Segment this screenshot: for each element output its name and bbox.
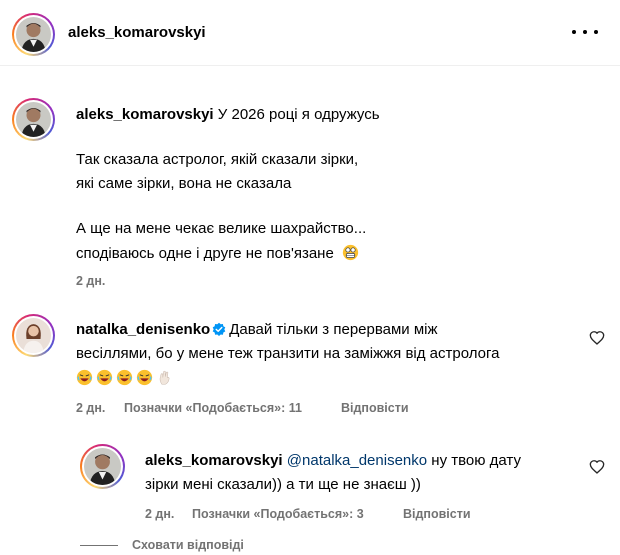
post-line-4-wrap: сподіваюсь одне і друге не пов'язане: [76, 244, 362, 262]
post-line-4: сподіваюсь одне і друге не пов'язане: [76, 245, 334, 262]
comment-text-line1: Давай тільки з перервами між: [229, 321, 438, 338]
comment-avatar[interactable]: [12, 314, 55, 357]
hide-replies-divider: [80, 545, 118, 546]
laughing-emoji-icon: [76, 369, 93, 386]
comment-likes[interactable]: Позначки «Подобається»: 11: [124, 401, 302, 415]
post-caption-text: У 2026 році я одружусь: [217, 106, 380, 123]
comment-username[interactable]: natalka_denisenko: [76, 321, 210, 338]
post-username[interactable]: aleks_komarovskyi: [76, 106, 214, 123]
heart-outline-icon[interactable]: [589, 330, 605, 346]
comment-emojis: [76, 369, 176, 388]
hide-replies-button[interactable]: Сховати відповіді: [132, 538, 244, 552]
ok-hand-emoji-icon: [159, 370, 170, 385]
reply-avatar[interactable]: [80, 444, 125, 489]
laughing-emoji-icon: [116, 369, 133, 386]
reply-mention[interactable]: @natalka_denisenko: [287, 452, 427, 469]
post-avatar[interactable]: [12, 98, 55, 141]
post-line-3: А ще на мене чекає велике шахрайство...: [76, 220, 367, 237]
post-time: 2 дн.: [76, 274, 106, 288]
reply-first-line: aleks_komarovskyi @natalka_denisenko ну …: [145, 452, 521, 469]
comment-first-line: natalka_denisenko Давай тільки з перервам…: [76, 321, 438, 338]
comment-text-line2: весіллями, бо у мене теж транзити на зам…: [76, 345, 500, 362]
verified-badge-icon: [212, 322, 226, 336]
laughing-emoji-icon: [96, 369, 113, 386]
post-line-1: Так сказала астролог, якій сказали зірки…: [76, 151, 359, 168]
post-caption-first-line: aleks_komarovskyi У 2026 році я одружусь: [76, 106, 380, 123]
post-header: aleks_komarovskyi: [0, 0, 620, 66]
reply-time: 2 дн.: [145, 507, 175, 521]
reply-reply-button[interactable]: Відповісти: [403, 507, 471, 521]
reply-text-line2: зірки мені сказали)) а ти ще не знаєш )): [145, 476, 421, 493]
grimace-emoji-icon: [342, 244, 359, 261]
laughing-emoji-icon: [136, 369, 153, 386]
post-line-2: які саме зірки, вона не сказала: [76, 175, 292, 192]
more-horizontal-icon[interactable]: [572, 28, 598, 36]
reply-text-line1: ну твою дату: [431, 452, 521, 469]
comment-time: 2 дн.: [76, 401, 106, 415]
reply-username[interactable]: aleks_komarovskyi: [145, 452, 283, 469]
header-username[interactable]: aleks_komarovskyi: [68, 24, 206, 41]
heart-outline-icon[interactable]: [589, 459, 605, 475]
comment-reply-button[interactable]: Відповісти: [341, 401, 409, 415]
reply-likes[interactable]: Позначки «Подобається»: 3: [192, 507, 364, 521]
header-avatar[interactable]: [12, 13, 55, 56]
